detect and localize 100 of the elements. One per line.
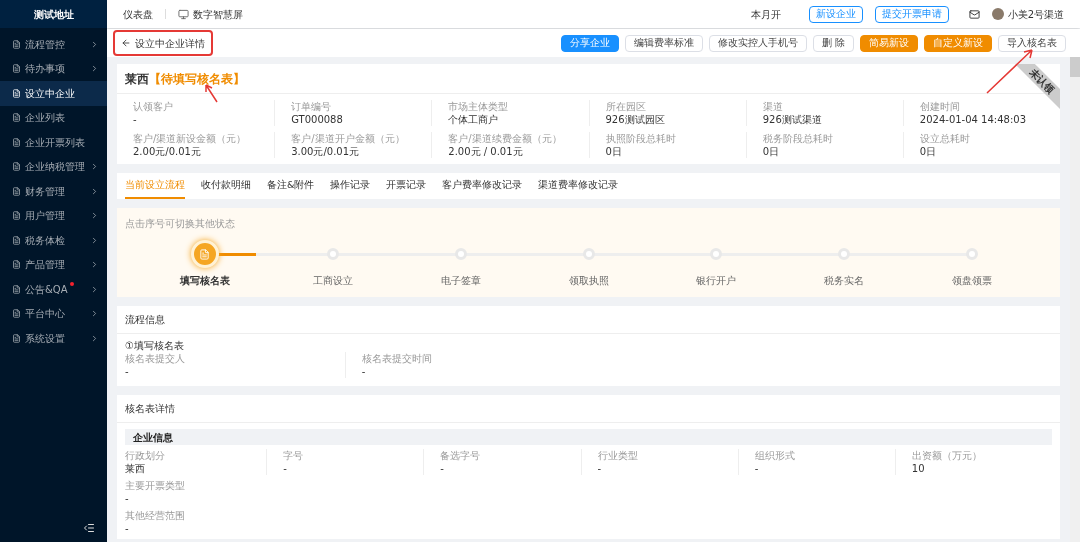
sidebar-item[interactable]: 设立中企业 <box>0 81 107 106</box>
collapse-icon[interactable] <box>83 522 95 534</box>
chevron-icon <box>90 211 99 221</box>
field-label: 认领客户 <box>133 100 174 113</box>
sidebar-item[interactable]: 系统设置 <box>0 326 107 351</box>
step-label[interactable]: 银行开户 <box>696 273 737 288</box>
sidebar-item[interactable]: 企业纳税管理 <box>0 154 107 179</box>
field-value: - <box>754 462 760 475</box>
page-title[interactable]: 设立中企业详情 <box>113 30 213 56</box>
field-label: 创建时间 <box>919 100 961 113</box>
field-value: - <box>283 462 288 475</box>
field-label: 出资额（万元） <box>911 449 983 462</box>
sidebar-item[interactable]: 待办事项 <box>0 56 107 81</box>
chevron-icon <box>90 235 99 245</box>
chevron-icon <box>90 333 99 343</box>
field-label: 客户/渠道开户金额（元） <box>291 132 406 145</box>
sidebar-item[interactable]: 流程管控 <box>0 32 107 57</box>
step-label[interactable]: 税务实名 <box>824 273 865 288</box>
tab[interactable]: 收付款明细 <box>201 173 251 199</box>
action-button[interactable]: 导入核名表 <box>998 34 1066 52</box>
user-avatar[interactable] <box>991 8 1004 20</box>
field-label: 核名表提交人 <box>125 352 186 365</box>
field-value: - <box>125 365 130 378</box>
field-value: - <box>440 462 445 475</box>
steps-hint: 点击序号可切换其他状态 <box>125 217 236 231</box>
field-value: 926测试园区 <box>605 113 666 126</box>
step-label[interactable]: 领取执照 <box>568 273 609 288</box>
menu-icon <box>12 162 21 172</box>
field-value: 2024-01-04 14:48:03 <box>919 113 1028 126</box>
menu-icon <box>12 39 21 49</box>
tab[interactable]: 开票记录 <box>386 173 427 199</box>
field-label: 核名表提交时间 <box>361 352 433 365</box>
nav-link[interactable]: 数字智慧屏 <box>193 6 243 22</box>
menu-icon <box>12 88 21 98</box>
field-value: 3.00元/0.01元 <box>291 145 361 158</box>
mail-icon[interactable] <box>968 8 980 20</box>
screen-icon <box>178 8 189 20</box>
field-value: 2.00元 / 0.01元 <box>448 145 524 158</box>
field-value: 0日 <box>605 145 623 158</box>
step-label[interactable]: 领盘领票 <box>952 273 993 288</box>
field-label: 执照阶段总耗时 <box>605 132 677 145</box>
card-title: 核名表详情 <box>117 395 1060 423</box>
back-arrow-icon <box>121 38 131 48</box>
field-label: 主要开票类型 <box>125 479 186 492</box>
tab[interactable]: 备注&附件 <box>267 173 315 199</box>
sidebar-item[interactable]: 税务体检 <box>0 228 107 253</box>
menu-icon <box>12 211 21 221</box>
chevron-icon <box>90 64 99 74</box>
field-label: 订单编号 <box>291 100 333 113</box>
field-value: 0日 <box>919 145 938 158</box>
chevron-icon <box>90 162 99 172</box>
tab[interactable]: 操作记录 <box>330 173 371 199</box>
step-label[interactable]: 填写核名表 <box>179 273 230 288</box>
step-marker[interactable] <box>190 240 219 268</box>
user-name[interactable]: 小美2号渠道 <box>1007 6 1064 22</box>
tab[interactable]: 客户费率修改记录 <box>442 173 523 199</box>
chevron-icon <box>90 284 99 294</box>
step-label[interactable]: 电子签章 <box>440 273 481 288</box>
sidebar-title: 测试地址 <box>0 0 107 28</box>
field-label: 行政划分 <box>125 449 166 462</box>
sidebar-item[interactable]: 企业开票列表 <box>0 130 107 155</box>
flow-step-title: ①填写核名表 <box>125 340 185 352</box>
field-label: 税务阶段总耗时 <box>762 132 834 145</box>
field-value: 莱西 <box>125 462 146 475</box>
field-label: 字号 <box>283 449 305 462</box>
field-value: - <box>125 492 130 505</box>
action-button[interactable]: 删 除 <box>812 34 854 52</box>
chevron-icon <box>90 39 99 49</box>
field-value: - <box>597 462 603 475</box>
sidebar-item[interactable]: 企业列表 <box>0 105 107 130</box>
sidebar-item[interactable]: 公告&QA <box>0 277 107 302</box>
sidebar-item[interactable]: 产品管理 <box>0 252 107 277</box>
scrollbar[interactable] <box>1070 57 1080 542</box>
menu-icon <box>12 64 21 74</box>
field-value: 个体工商户 <box>448 113 500 126</box>
field-label: 备选字号 <box>440 449 482 462</box>
step-label[interactable]: 工商设立 <box>312 273 353 288</box>
field-value: 926测试渠道 <box>762 113 823 126</box>
menu-icon <box>12 333 21 343</box>
card-title: 流程信息 <box>117 306 1060 334</box>
nav-link[interactable]: 仪表盘 <box>123 6 153 22</box>
document-icon <box>199 248 211 260</box>
tab[interactable]: 渠道费率修改记录 <box>538 173 619 199</box>
company-status: 【待填写核名表】 <box>149 70 245 88</box>
sidebar-item[interactable]: 用户管理 <box>0 203 107 228</box>
field-label: 组织形式 <box>754 449 796 462</box>
field-value: 2.00元/0.01元 <box>133 145 202 158</box>
company-name: 莱西 <box>125 70 149 88</box>
field-value: 10 <box>911 462 926 475</box>
sidebar-item[interactable]: 平台中心 <box>0 301 107 326</box>
sidebar-item[interactable]: 财务管理 <box>0 179 107 204</box>
field-label: 渠道 <box>762 100 784 113</box>
field-value: GT000088 <box>291 113 344 126</box>
field-label: 客户/渠道续费金额（元） <box>448 132 563 145</box>
field-value: 0日 <box>762 145 781 158</box>
menu-icon <box>12 260 21 270</box>
field-label: 设立总耗时 <box>919 132 971 145</box>
action-button[interactable]: 编辑费率标准 <box>624 34 703 52</box>
action-button[interactable]: 修改实控人手机号 <box>708 34 807 52</box>
field-label: 客户/渠道新设金额（元） <box>133 132 248 145</box>
